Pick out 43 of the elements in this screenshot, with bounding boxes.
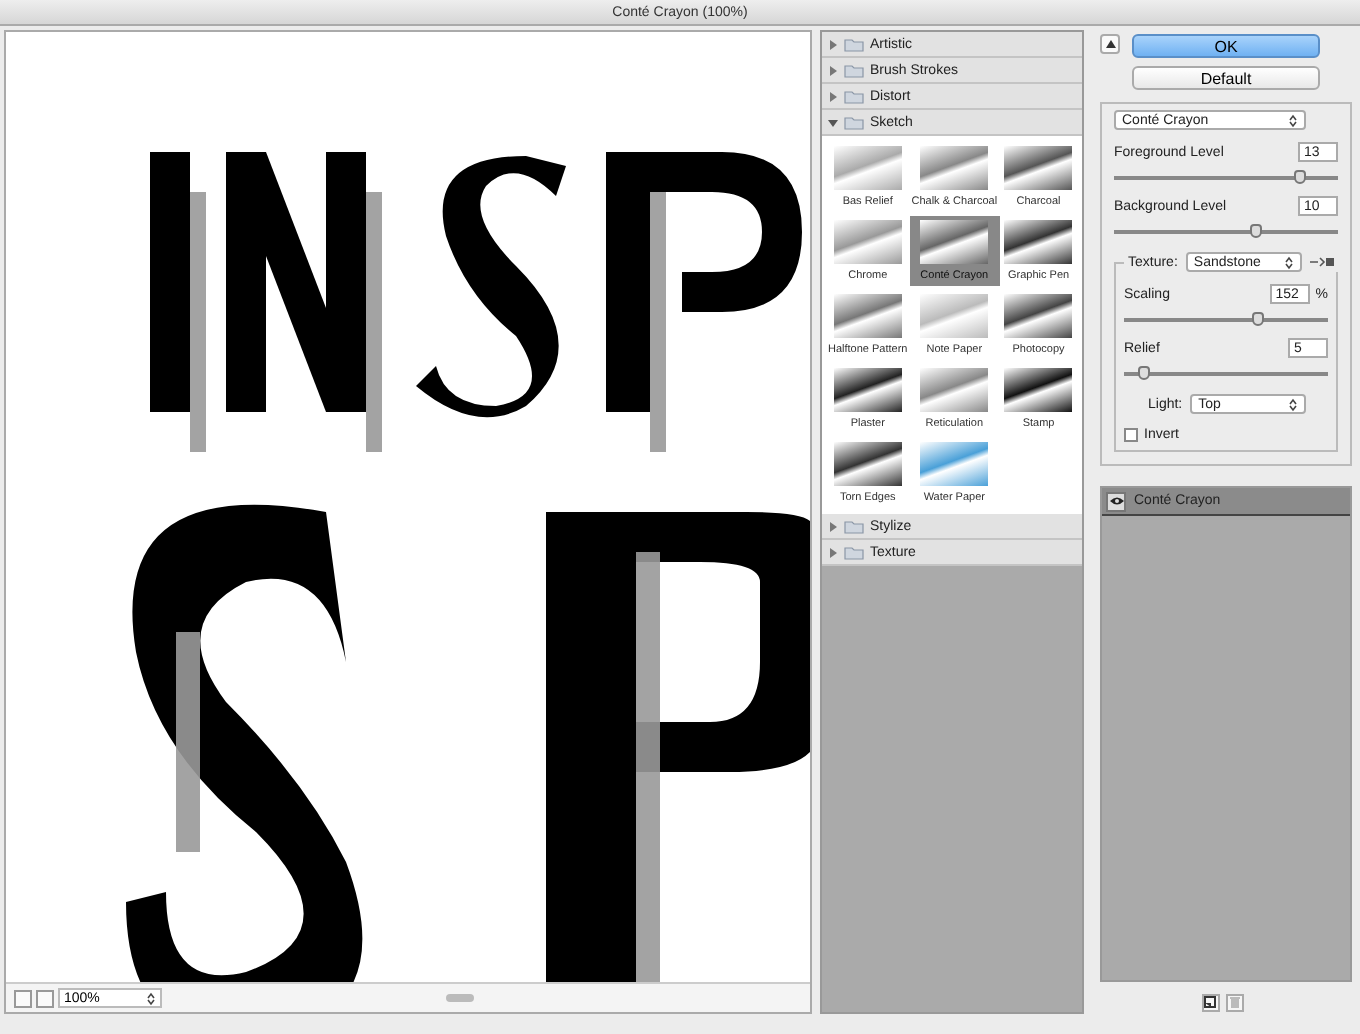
ok-button[interactable]: OK <box>1132 34 1320 58</box>
default-button[interactable]: Default <box>1132 66 1320 90</box>
disclosure-triangle-icon[interactable] <box>828 521 838 531</box>
load-texture-icon[interactable] <box>1309 256 1334 268</box>
new-layer-button[interactable] <box>1201 993 1219 1011</box>
thumbnail-image <box>1004 368 1073 412</box>
stepper-arrows-icon <box>1288 397 1299 411</box>
disclosure-triangle-icon[interactable] <box>828 39 838 49</box>
triangle-icon <box>1105 40 1115 48</box>
stepper-arrows-icon <box>1283 255 1294 269</box>
thumbnail-image <box>920 220 989 264</box>
trash-icon <box>1229 996 1239 1008</box>
scrollbar-thumb[interactable] <box>446 994 474 1002</box>
collapse-button[interactable] <box>1100 34 1120 54</box>
thumbnail-image <box>1004 220 1073 264</box>
slider-thumb[interactable] <box>1293 170 1306 184</box>
zoom-in-button[interactable] <box>36 989 54 1007</box>
thumbnail-image <box>920 368 989 412</box>
thumbnail-image <box>1004 294 1073 338</box>
visibility-toggle[interactable] <box>1106 491 1126 511</box>
thumbnail-image <box>833 146 902 190</box>
thumbnail-image <box>920 294 989 338</box>
thumbnail-image <box>1004 146 1073 190</box>
thumbnail-image <box>833 442 902 486</box>
zoom-out-button[interactable] <box>14 989 32 1007</box>
stepper-arrows-icon <box>1288 113 1298 127</box>
eye-icon <box>1109 496 1123 506</box>
slider-thumb[interactable] <box>1252 312 1265 326</box>
thumbnail-image <box>920 442 989 486</box>
invert-checkbox[interactable] <box>1124 428 1138 442</box>
stepper-arrows-icon <box>146 991 156 1005</box>
disclosure-triangle-icon[interactable] <box>828 117 838 127</box>
new-layer-icon <box>1204 996 1216 1008</box>
delete-layer-button[interactable] <box>1225 993 1243 1011</box>
slider-thumb[interactable] <box>1249 224 1262 238</box>
disclosure-triangle-icon[interactable] <box>828 91 838 101</box>
disclosure-triangle-icon[interactable] <box>828 547 838 557</box>
thumbnail-image <box>833 294 902 338</box>
thumbnail-image <box>833 368 902 412</box>
slider-thumb[interactable] <box>1138 366 1151 380</box>
thumbnail-image <box>920 146 989 190</box>
thumbnail-image <box>833 220 902 264</box>
disclosure-triangle-icon[interactable] <box>828 65 838 75</box>
